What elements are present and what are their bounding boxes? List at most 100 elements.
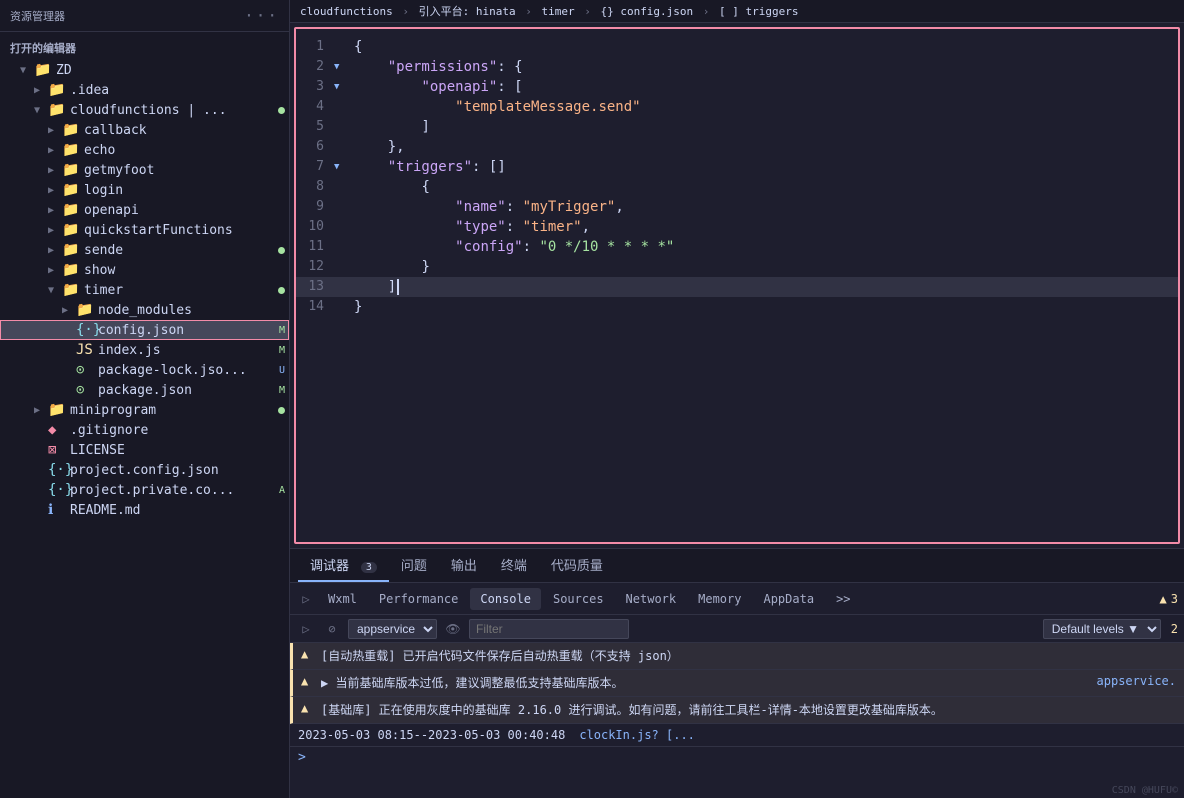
console-levels-select[interactable]: Default levels ▼ <box>1043 619 1161 639</box>
warn-icon-2: ▲ <box>301 674 315 688</box>
tree-item-openapi[interactable]: ▶ 📁 openapi <box>0 200 289 220</box>
console-toolbar: ▷ ⊘ appservice 👁 Default levels ▼ 2 <box>290 615 1184 643</box>
tree-label-sende: sende <box>84 243 274 258</box>
arrow-sende: ▶ <box>48 245 62 256</box>
tree-label-gitignore: .gitignore <box>70 423 285 438</box>
code-line-8: 8 { <box>296 177 1178 197</box>
tree-item-project-config[interactable]: {·} project.config.json <box>0 460 289 480</box>
tab-codequality[interactable]: 代码质量 <box>539 549 615 582</box>
folder-icon-callback: 📁 <box>62 122 80 138</box>
devtools-pointer-btn[interactable]: ▷ <box>296 589 316 609</box>
console-prompt: > <box>298 750 306 765</box>
pkg-icon-lock: ⊙ <box>76 362 94 378</box>
code-line-10: 10 "type": "timer", <box>296 217 1178 237</box>
devtools-tab-more[interactable]: >> <box>826 588 860 610</box>
folder-icon-zd: 📁 <box>34 62 52 78</box>
badge-index-js: M <box>279 345 285 356</box>
folder-icon-echo: 📁 <box>62 142 80 158</box>
console-context-select[interactable]: appservice <box>348 619 437 639</box>
arrow-miniprogram: ▶ <box>34 405 48 416</box>
arrow-idea: ▶ <box>34 85 48 96</box>
folder-icon-login: 📁 <box>62 182 80 198</box>
tree-item-cloudfunctions[interactable]: ▼ 📁 cloudfunctions | ... <box>0 100 289 120</box>
folder-icon-quickstart: 📁 <box>62 222 80 238</box>
code-line-11: 11 "config": "0 */10 * * * *" <box>296 237 1178 257</box>
tree-item-node-modules[interactable]: ▶ 📁 node_modules <box>0 300 289 320</box>
tree-item-sende[interactable]: ▶ 📁 sende <box>0 240 289 260</box>
console-timestamp: 2023-05-03 08:15--2023-05-03 00:40:48 <box>298 728 565 742</box>
devtools-tab-memory[interactable]: Memory <box>688 588 751 610</box>
tree-item-idea[interactable]: ▶ 📁 .idea <box>0 80 289 100</box>
tree-label-node-modules: node_modules <box>98 303 285 318</box>
console-msg-3: ▲ [基础库] 正在使用灰度中的基础库 2.16.0 进行调试。如有问题，请前往… <box>290 697 1184 724</box>
tree-item-login[interactable]: ▶ 📁 login <box>0 180 289 200</box>
console-filter-input[interactable] <box>469 619 629 639</box>
devtools-tab-wxml[interactable]: Wxml <box>318 588 367 610</box>
tree-label-idea: .idea <box>70 83 285 98</box>
arrow-cloudfunctions: ▼ <box>34 105 48 116</box>
editor-area: 1 { 2 ▼ "permissions": { 3 ▼ "openapi": … <box>290 23 1184 548</box>
badge-config-json: M <box>279 325 285 336</box>
devtools-tab-console[interactable]: Console <box>470 588 541 610</box>
tree-item-quickstart[interactable]: ▶ 📁 quickstartFunctions <box>0 220 289 240</box>
tree-item-echo[interactable]: ▶ 📁 echo <box>0 140 289 160</box>
tree-item-miniprogram[interactable]: ▶ 📁 miniprogram <box>0 400 289 420</box>
folder-icon-idea: 📁 <box>48 82 66 98</box>
breadcrumb-part-2: 引入平台: hinata <box>419 5 516 18</box>
tab-terminal[interactable]: 终端 <box>489 549 539 582</box>
tree-item-index-js[interactable]: JS index.js M <box>0 340 289 360</box>
console-eye-btn[interactable]: 👁 <box>443 619 463 639</box>
watermark: CSDN @HUFU© <box>1112 785 1178 796</box>
arrow-getmyfoot: ▶ <box>48 165 62 176</box>
tree-item-readme[interactable]: ℹ README.md <box>0 500 289 520</box>
tree-item-config-json[interactable]: {·} config.json M <box>0 320 289 340</box>
debugger-badge: 3 <box>361 562 377 573</box>
tree-label-callback: callback <box>84 123 285 138</box>
json-icon-config: {·} <box>76 322 94 338</box>
devtools-tab-appdata[interactable]: AppData <box>753 588 824 610</box>
tree-item-project-private[interactable]: {·} project.private.co... A <box>0 480 289 500</box>
devtools-tab-network[interactable]: Network <box>616 588 687 610</box>
tree-item-gitignore[interactable]: ◆ .gitignore <box>0 420 289 440</box>
devtools-tab-performance[interactable]: Performance <box>369 588 468 610</box>
code-line-4: 4 "templateMessage.send" <box>296 97 1178 117</box>
pkg-icon-json: ⊙ <box>76 382 94 398</box>
devtools-tab-sources[interactable]: Sources <box>543 588 614 610</box>
tree-item-callback[interactable]: ▶ 📁 callback <box>0 120 289 140</box>
console-link-4[interactable]: clockIn.js? [... <box>579 728 695 742</box>
tree-item-show[interactable]: ▶ 📁 show <box>0 260 289 280</box>
sidebar-dots[interactable]: ··· <box>244 6 279 25</box>
tree-label-login: login <box>84 183 285 198</box>
bottom-panel: 调试器 3 问题 输出 终端 代码质量 ▷ Wxml <box>290 548 1184 798</box>
tree-item-license[interactable]: ⊠ LICENSE <box>0 440 289 460</box>
console-link-2[interactable]: appservice. <box>1097 674 1176 688</box>
console-messages: ▲ [自动热重载] 已开启代码文件保存后自动热重载（不支持 json） ▲ ▶ … <box>290 643 1184 798</box>
bottom-tabs: 调试器 3 问题 输出 终端 代码质量 <box>290 549 1184 583</box>
console-msg-text-2: ▶ 当前基础库版本过低，建议调整最低支持基础库版本。 <box>321 674 1083 692</box>
code-line-1: 1 { <box>296 37 1178 57</box>
tree-label-quickstart: quickstartFunctions <box>84 223 285 238</box>
tab-output[interactable]: 输出 <box>439 549 489 582</box>
tree-label-echo: echo <box>84 143 285 158</box>
badge-project-private: A <box>279 485 285 496</box>
console-run-btn[interactable]: ▷ <box>296 619 316 639</box>
sidebar-title: 资源管理器 <box>10 8 65 24</box>
tree-item-timer[interactable]: ▼ 📁 timer <box>0 280 289 300</box>
tree-label-package-lock: package-lock.jso... <box>98 363 275 378</box>
tree-label-show: show <box>84 263 285 278</box>
code-line-6: 6 }, <box>296 137 1178 157</box>
git-icon-gitignore: ◆ <box>48 422 66 438</box>
breadcrumb-part-1: cloudfunctions <box>300 5 393 18</box>
console-stop-btn[interactable]: ⊘ <box>322 619 342 639</box>
tab-debugger[interactable]: 调试器 3 <box>298 549 389 582</box>
tab-problems[interactable]: 问题 <box>389 549 439 582</box>
code-container[interactable]: 1 { 2 ▼ "permissions": { 3 ▼ "openapi": … <box>294 27 1180 544</box>
sidebar-header: 资源管理器 ··· <box>0 0 289 32</box>
tree-item-package-lock[interactable]: ⊙ package-lock.jso... U <box>0 360 289 380</box>
warning-icon: ▲ <box>1160 592 1167 606</box>
tree-item-zd[interactable]: ▼ 📁 ZD <box>0 60 289 80</box>
tree-item-package-json[interactable]: ⊙ package.json M <box>0 380 289 400</box>
breadcrumb-part-3: timer <box>541 5 574 18</box>
tree-item-getmyfoot[interactable]: ▶ 📁 getmyfoot <box>0 160 289 180</box>
modified-dot-cloudfunctions <box>278 107 285 114</box>
